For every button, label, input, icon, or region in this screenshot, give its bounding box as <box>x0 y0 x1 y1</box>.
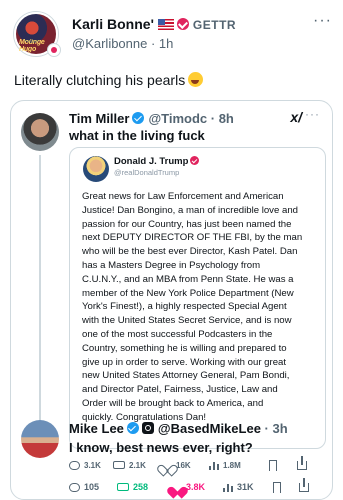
post-text: Literally clutching his pearls <box>14 72 204 88</box>
bookmark-icon <box>269 459 277 471</box>
screenshot-body-text: Great news for Law Enforcement and Ameri… <box>82 191 303 423</box>
laughing-emoji-icon <box>188 72 204 87</box>
reply-count: 105 <box>84 482 100 492</box>
thread-connector-line <box>39 155 41 430</box>
views-count: 31K <box>237 482 254 492</box>
reply-author-line: Mike Lee @BasedMikeLee · 3h <box>69 421 288 436</box>
screenshot-author-avatar <box>83 156 109 182</box>
affiliation-badge-icon <box>141 422 154 434</box>
post-text-content: Literally clutching his pearls <box>14 72 186 88</box>
verified-badge-icon <box>190 156 200 165</box>
share-button[interactable] <box>299 477 313 492</box>
quoted-post-card[interactable]: Tim Miller @Timodc · 8h x/ ··· what in th… <box>10 100 333 500</box>
views-button[interactable]: 31K <box>223 482 254 492</box>
bookmark-icon <box>273 481 281 493</box>
reply-button[interactable]: 3.1K <box>69 460 101 470</box>
platform-label: GETTR <box>192 18 237 32</box>
verified-badge-icon <box>126 422 139 434</box>
reply-author-name[interactable]: Mike Lee <box>69 421 124 436</box>
like-button[interactable]: 16K <box>161 460 191 470</box>
reply-text: I know, best news ever, right? <box>69 440 253 455</box>
views-button[interactable]: 1.8M <box>209 460 241 470</box>
quote-author-name[interactable]: Tim Miller <box>69 111 129 126</box>
repost-icon <box>113 461 125 469</box>
gettr-badge-icon <box>47 43 61 57</box>
quote-more-options-icon[interactable]: ··· <box>305 107 320 121</box>
repost-button[interactable]: 2.1K <box>113 461 146 470</box>
quote-author-handle[interactable]: @Timodc <box>148 111 207 126</box>
author-handle[interactable]: @Karlibonne <box>72 36 147 51</box>
more-options-icon[interactable]: ··· <box>313 12 332 30</box>
screenshot-author-name: Donald J. Trump <box>114 156 189 167</box>
bookmark-button[interactable] <box>269 459 281 471</box>
views-icon <box>223 482 233 492</box>
views-count: 1.8M <box>223 460 241 470</box>
author-handle-line: @Karlibonne · 1h <box>72 36 174 51</box>
reply-author-handle[interactable]: @BasedMikeLee <box>158 421 261 436</box>
repost-count: 258 <box>133 482 149 492</box>
author-name[interactable]: Karli Bonne' <box>72 16 154 32</box>
bookmark-button[interactable] <box>273 481 285 493</box>
verified-badge-icon <box>176 18 189 30</box>
heart-icon <box>161 460 172 470</box>
author-name-line: Karli Bonne' GETTR <box>72 16 236 32</box>
screenshot-author-line: Donald J. Trump <box>114 156 200 167</box>
quote-author-avatar[interactable] <box>21 113 59 151</box>
share-icon <box>299 477 309 492</box>
repost-count: 2.1K <box>129 460 146 470</box>
reply-count: 3.1K <box>84 460 101 470</box>
post-time[interactable]: 1h <box>159 36 173 51</box>
screenshot-author-handle: @realDonaldTrump <box>114 168 180 177</box>
quote-author-line: Tim Miller @Timodc · 8h <box>69 111 234 126</box>
reply-time[interactable]: 3h <box>272 421 287 436</box>
share-button[interactable] <box>297 455 311 470</box>
heart-icon <box>171 482 182 492</box>
reply-icon <box>69 482 80 492</box>
repost-icon <box>117 483 129 491</box>
quote-time[interactable]: 8h <box>219 111 234 126</box>
quote-action-bar: 3.1K 2.1K 16K 1.8M <box>69 455 326 473</box>
reply-action-bar: 105 258 3.8K 31K <box>69 477 326 495</box>
reply-button[interactable]: 105 <box>69 482 99 492</box>
grok-icon[interactable]: x/ <box>290 109 302 125</box>
repost-button[interactable]: 258 <box>117 482 148 492</box>
verified-badge-icon <box>132 112 145 124</box>
reply-icon <box>69 460 80 470</box>
reply-author-avatar[interactable] <box>21 420 59 458</box>
like-count: 3.8K <box>186 482 206 492</box>
share-icon <box>297 455 307 470</box>
embedded-screenshot[interactable]: Donald J. Trump @realDonaldTrump Great n… <box>69 147 326 449</box>
like-button[interactable]: 3.8K <box>171 482 205 492</box>
us-flag-icon <box>157 19 174 30</box>
quote-text: what in the living fuck <box>69 128 205 143</box>
views-icon <box>209 460 219 470</box>
post-header: Moünge Hugo Karli Bonne' GETTR @Karlibonn… <box>14 12 332 57</box>
